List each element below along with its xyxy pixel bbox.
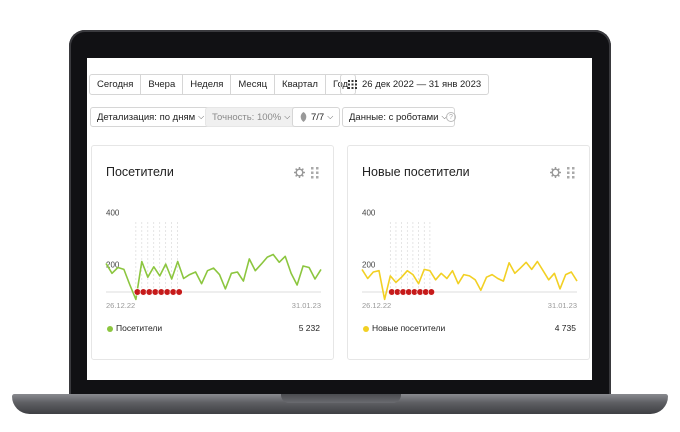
drag-handle-icon[interactable]: [311, 167, 319, 179]
period-quarter-button[interactable]: Квартал: [275, 75, 326, 94]
chevron-down-icon: ⌵: [327, 112, 334, 121]
calendar-icon: [348, 80, 357, 89]
legend-total-value: 5 232: [298, 323, 320, 333]
chevron-down-icon: ⌵: [284, 112, 291, 121]
widget-new-visitors: Новые посетители 200 400 26.12.22 31.01.23 …: [347, 145, 590, 360]
accuracy-select[interactable]: Точность: 100% ⌵: [205, 107, 298, 127]
chevron-down-icon: ⌵: [198, 112, 205, 121]
drag-handle-icon[interactable]: [567, 167, 575, 179]
y-tick-label: 400: [106, 208, 120, 217]
holiday-marker[interactable]: [157, 288, 165, 296]
widget-title: Новые посетители: [362, 165, 470, 179]
legend-label: Посетители: [116, 323, 163, 333]
line-chart: 200 400 26.12.22 31.01.23: [361, 208, 578, 310]
holiday-marker[interactable]: [163, 288, 171, 296]
leaf-icon: [300, 112, 307, 122]
holiday-marker[interactable]: [151, 288, 159, 296]
help-icon[interactable]: ?: [446, 112, 456, 122]
gear-icon[interactable]: [294, 167, 305, 178]
attribution-select-label: 7/7: [311, 111, 325, 123]
widget-visitors: Посетители 200 400 26.12.22 31.01.23 Посети…: [91, 145, 334, 360]
widget-title: Посетители: [106, 165, 174, 179]
period-selector: Сегодня Вчера Неделя Месяц Квартал Год: [89, 74, 357, 95]
x-start-label: 26.12.22: [362, 301, 391, 310]
x-end-label: 31.01.23: [292, 301, 321, 310]
screen: Сегодня Вчера Неделя Месяц Квартал Год 2…: [87, 58, 592, 380]
holiday-marker[interactable]: [169, 288, 177, 296]
period-yesterday-button[interactable]: Вчера: [141, 75, 184, 94]
period-month-button[interactable]: Месяц: [231, 75, 276, 94]
holiday-marker[interactable]: [139, 288, 147, 296]
legend-dot: [107, 326, 113, 332]
attribution-select[interactable]: 7/7 ⌵: [292, 107, 341, 127]
holiday-marker[interactable]: [133, 288, 141, 296]
detail-select[interactable]: Детализация: по дням ⌵: [90, 107, 212, 127]
date-range-button[interactable]: 26 дек 2022 — 31 янв 2023: [340, 74, 490, 95]
legend-total-value: 4 735: [554, 323, 576, 333]
holiday-marker[interactable]: [145, 288, 153, 296]
holiday-marker[interactable]: [427, 288, 435, 296]
x-start-label: 26.12.22: [106, 301, 135, 310]
data-filter-select[interactable]: Данные: с роботами ⌵: [342, 107, 455, 127]
holiday-marker[interactable]: [175, 288, 183, 296]
date-range-label: 26 дек 2022 — 31 янв 2023: [362, 79, 482, 90]
line-chart: 20040026.12.22 31.01.23: [105, 208, 322, 310]
laptop-notch: [281, 394, 401, 403]
y-tick-label: 400: [362, 208, 376, 217]
detail-select-label: Детализация: по дням: [97, 111, 196, 123]
accuracy-select-label: Точность: 100%: [212, 111, 282, 123]
data-filter-select-label: Данные: с роботами: [349, 111, 439, 123]
legend-label: Новые посетители: [372, 323, 446, 333]
legend-dot: [363, 326, 369, 332]
period-today-button[interactable]: Сегодня: [90, 75, 142, 94]
period-week-button[interactable]: Неделя: [183, 75, 232, 94]
x-end-label: 31.01.23: [548, 301, 577, 310]
y-tick-label: 200: [362, 261, 376, 270]
gear-icon[interactable]: [550, 167, 561, 178]
